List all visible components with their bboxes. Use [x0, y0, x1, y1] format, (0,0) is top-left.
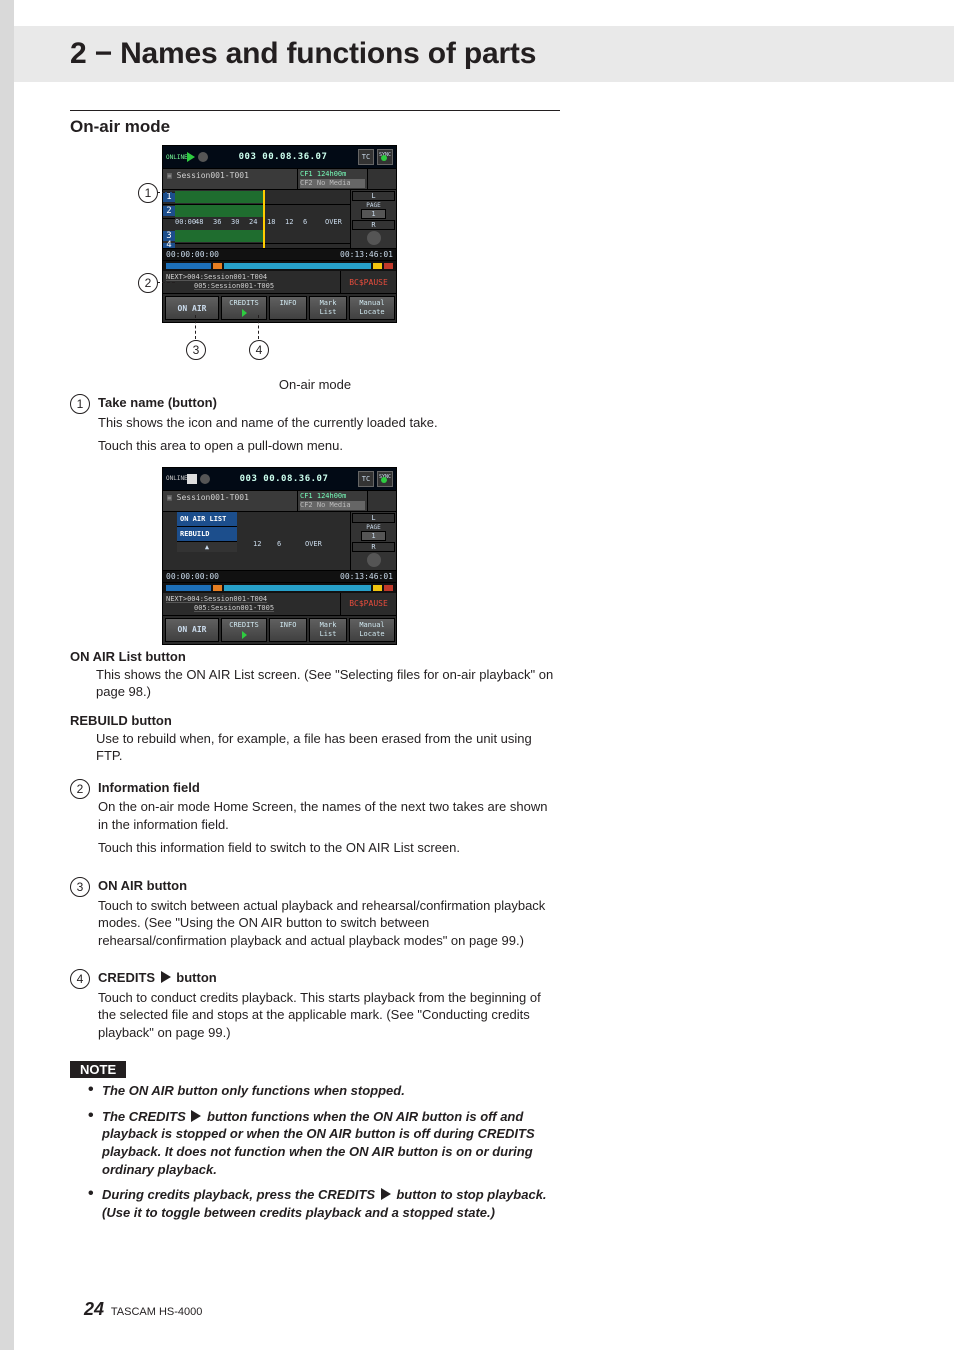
note-block: NOTE The ON AIR button only functions wh… [70, 1061, 560, 1221]
rebuild-heading: REBUILD button [70, 713, 560, 728]
item-title: Take name (button) [98, 394, 438, 412]
credits-button[interactable]: CREDITS [221, 618, 267, 642]
item-title: CREDITS button [98, 969, 560, 987]
content-column: On-air mode ONLINE 003 00.08.36.07 TC SY… [70, 110, 560, 1229]
next-take-info[interactable]: NEXT>004:Session001-T004 005:Session001-… [163, 271, 396, 294]
mark-list-button[interactable]: MarkList [309, 296, 347, 320]
take-name-bar[interactable]: ▣ Session001-T001 CF1 124h00m CF2 No Med… [163, 169, 396, 190]
item-2: 2 Information field On the on-air mode H… [70, 779, 560, 863]
rebuild-text: Use to rebuild when, for example, a file… [96, 730, 560, 765]
menu-collapse-arrow[interactable]: ▲ [177, 542, 237, 552]
meter-sidebar: L PAGE 1 R [350, 190, 396, 248]
item-number: 1 [70, 394, 90, 414]
page-side-stripe [0, 0, 14, 1350]
manual-page: 2 − Names and functions of parts On-air … [0, 0, 954, 1350]
callout-4: 4 [249, 340, 269, 360]
note-item: During credits playback, press the CREDI… [88, 1186, 560, 1221]
manual-locate-button[interactable]: ManualLocate [349, 618, 395, 642]
item-text: Touch this information field to switch t… [98, 839, 560, 857]
credits-button[interactable]: CREDITS [221, 296, 267, 320]
rec-indicator-icon [200, 474, 210, 484]
onair-list-text: This shows the ON AIR List screen. (See … [96, 666, 560, 701]
item-title: Information field [98, 779, 560, 797]
item-text: Touch this area to open a pull-down menu… [98, 437, 438, 455]
note-item: The ON AIR button only functions when st… [88, 1082, 560, 1100]
rec-indicator-icon [198, 152, 208, 162]
play-icon [187, 152, 195, 162]
bcpause-label: BC$PAUSE [340, 271, 396, 293]
info-button[interactable]: INFO [269, 296, 307, 320]
track-number: 4 [163, 243, 175, 248]
stop-icon [187, 474, 197, 484]
item-text: Touch to switch between actual playback … [98, 897, 560, 950]
callout-1: 1 [138, 183, 158, 203]
onair-list-heading: ON AIR List button [70, 649, 560, 664]
mark-list-button[interactable]: MarkList [309, 618, 347, 642]
page-footer: 24 TASCAM HS-4000 [84, 1299, 202, 1320]
item-number: 2 [70, 779, 90, 799]
device-screenshot-1: ONLINE 003 00.08.36.07 TC SYNC ▣ Session… [162, 145, 397, 323]
onair-button[interactable]: ON AIR [165, 618, 219, 642]
track-number: 2 [163, 206, 175, 216]
play-icon [161, 971, 171, 983]
time-readout-row: 00:00:00:00 00:13:46:01 [163, 249, 396, 261]
onair-button[interactable]: ON AIR [165, 296, 219, 320]
tc-indicator: TC [358, 149, 374, 165]
online-label: ONLINE [166, 154, 184, 161]
playhead-marker [263, 190, 265, 248]
page-number: 24 [84, 1299, 104, 1319]
note-label: NOTE [70, 1061, 126, 1078]
take-name: ▣ Session001-T001 [163, 169, 298, 189]
callout-2: 2 [138, 273, 158, 293]
section-rule [70, 110, 560, 111]
play-icon [381, 1188, 391, 1200]
take-pulldown-menu: ON AIR LIST REBUILD ▲ [177, 512, 237, 552]
track-number: 1 [163, 192, 175, 202]
item-number: 3 [70, 877, 90, 897]
device-screenshot-2: ONLINE 003 00.08.36.07 TC SYNC ▣ Session… [162, 467, 397, 645]
bottom-button-row: ON AIR CREDITS INFO MarkList ManualLocat… [163, 294, 396, 322]
item-text: This shows the icon and name of the curr… [98, 414, 438, 432]
track-meter-area: 1 2 00:00 48 36 30 24 [163, 190, 396, 249]
jog-icon [367, 231, 381, 245]
menu-onair-list[interactable]: ON AIR LIST [177, 512, 237, 527]
figure-caption: On-air mode [70, 377, 560, 392]
item-3: 3 ON AIR button Touch to switch between … [70, 877, 560, 955]
play-icon [191, 1110, 201, 1122]
timecode-display: 003 00.08.36.07 [211, 152, 355, 162]
product-name: TASCAM HS-4000 [111, 1306, 203, 1318]
top-status-bar: ONLINE 003 00.08.36.07 TC SYNC [163, 146, 396, 169]
callout-3: 3 [186, 340, 206, 360]
item-text: On the on-air mode Home Screen, the name… [98, 798, 560, 833]
play-icon [242, 309, 247, 317]
section-heading: On-air mode [70, 117, 560, 137]
progress-bar [163, 261, 396, 271]
item-4: 4 CREDITS button Touch to conduct credit… [70, 969, 560, 1047]
note-item: The CREDITS button functions when the ON… [88, 1108, 560, 1178]
take-name-bar[interactable]: ▣ Session001-T001 CF1 124h00m CF2 No Med… [163, 491, 396, 512]
item-text: Touch to conduct credits playback. This … [98, 989, 560, 1042]
figure-onair-mode: ONLINE 003 00.08.36.07 TC SYNC ▣ Session… [70, 145, 560, 380]
figure-onair-dropdown: ONLINE 003 00.08.36.07 TC SYNC ▣ Session… [70, 467, 560, 637]
item-title: ON AIR button [98, 877, 560, 895]
menu-rebuild[interactable]: REBUILD [177, 527, 237, 542]
cf-media-status: CF1 124h00m CF2 No Media [298, 169, 368, 189]
manual-locate-button[interactable]: ManualLocate [349, 296, 395, 320]
sync-indicator: SYNC [377, 149, 393, 165]
chapter-title: 2 − Names and functions of parts [70, 28, 536, 80]
item-number: 4 [70, 969, 90, 989]
item-1: 1 Take name (button) This shows the icon… [70, 394, 560, 461]
info-button[interactable]: INFO [269, 618, 307, 642]
